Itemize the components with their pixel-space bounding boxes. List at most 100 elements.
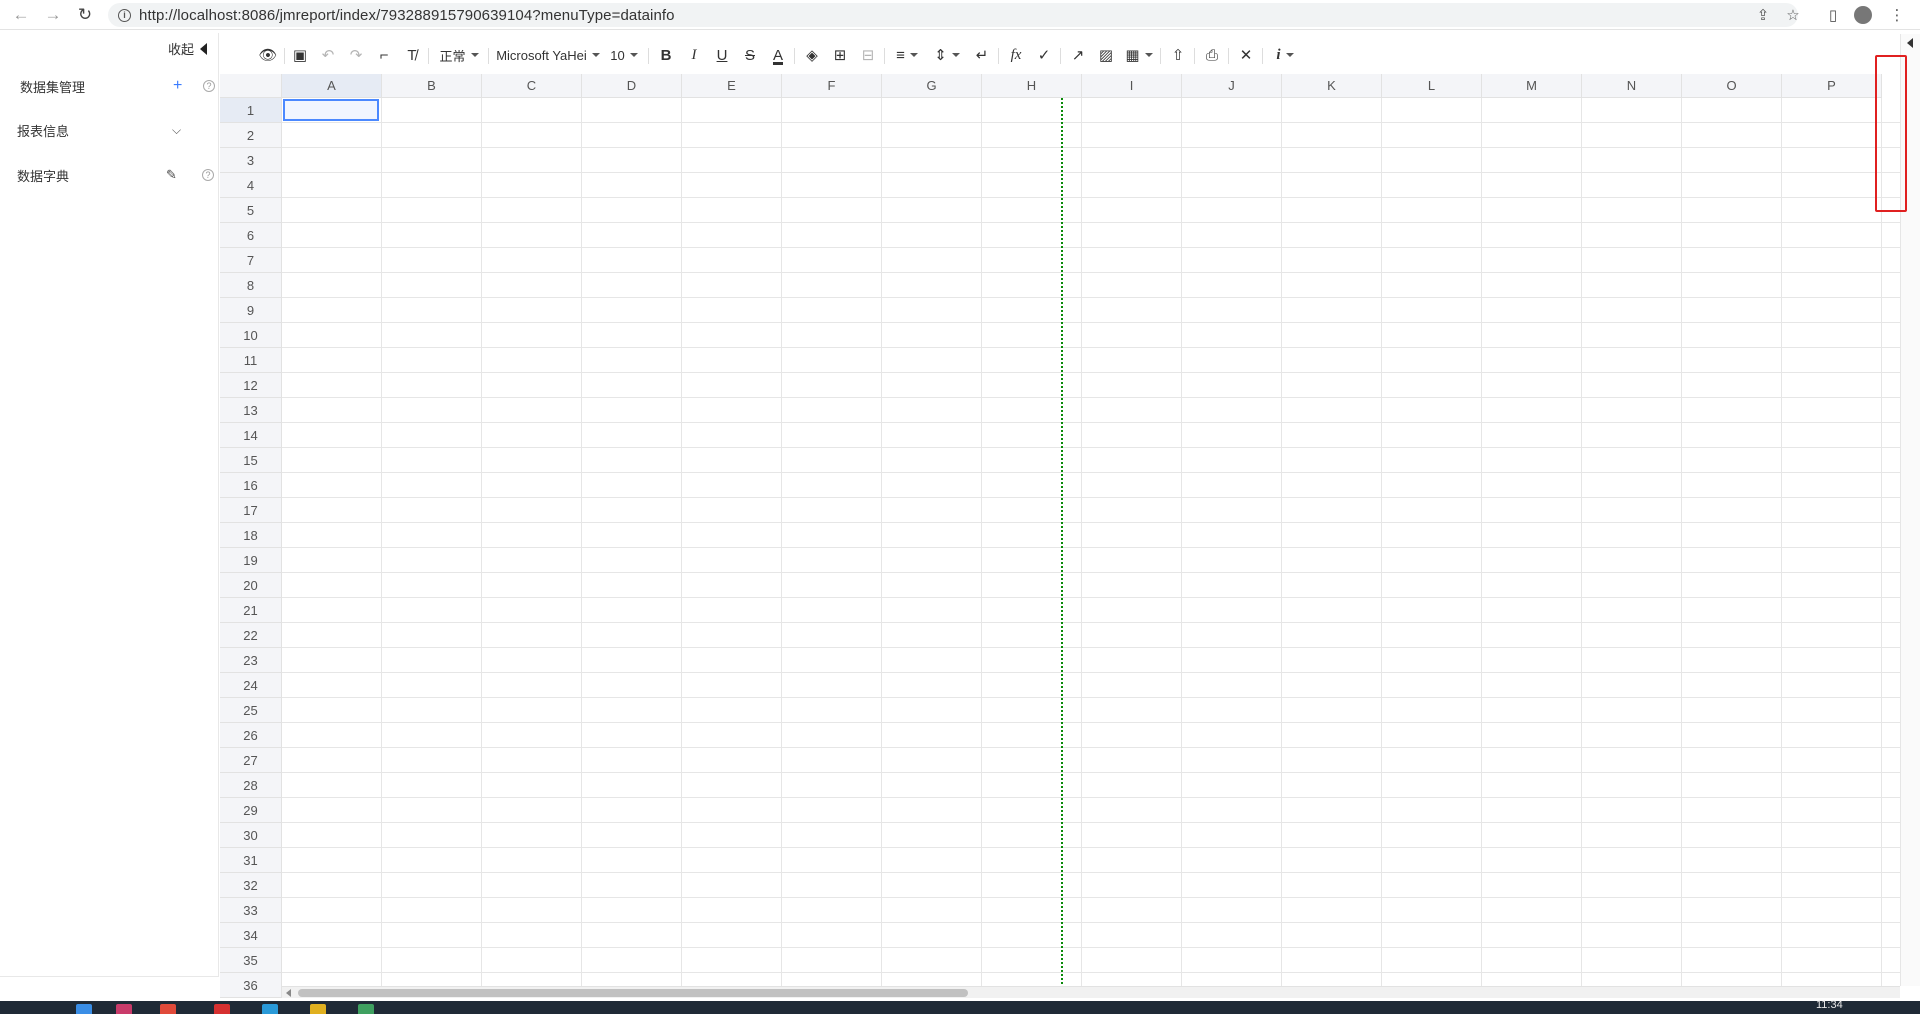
row-header[interactable]: 15 bbox=[220, 448, 282, 473]
upload-icon[interactable]: ⇧ bbox=[1166, 38, 1190, 72]
row-header[interactable]: 24 bbox=[220, 673, 282, 698]
selected-cell[interactable] bbox=[283, 99, 379, 121]
font-size-select[interactable]: 10 bbox=[606, 38, 642, 72]
row-header[interactable]: 26 bbox=[220, 723, 282, 748]
info-icon[interactable]: i bbox=[1268, 38, 1302, 72]
text-wrap-icon[interactable]: ↵ bbox=[970, 38, 994, 72]
row-header[interactable]: 33 bbox=[220, 898, 282, 923]
row-header[interactable]: 11 bbox=[220, 348, 282, 373]
column-header[interactable]: B bbox=[382, 74, 482, 98]
taskbar-app-icon[interactable] bbox=[116, 1004, 132, 1014]
row-header[interactable]: 23 bbox=[220, 648, 282, 673]
redo-icon[interactable]: ↷ bbox=[344, 38, 368, 72]
fill-color-icon[interactable]: ◈ bbox=[800, 38, 824, 72]
column-header[interactable]: L bbox=[1382, 74, 1482, 98]
horizontal-scrollbar[interactable] bbox=[282, 986, 1900, 998]
share-icon[interactable]: ⇪ bbox=[1748, 0, 1778, 30]
column-header[interactable]: D bbox=[582, 74, 682, 98]
forward-icon[interactable]: → bbox=[38, 0, 68, 30]
format-painter-icon[interactable]: ⌐ bbox=[372, 38, 396, 72]
star-icon[interactable]: ☆ bbox=[1778, 0, 1808, 30]
taskbar-app-icon[interactable] bbox=[76, 1004, 92, 1014]
select-all-corner[interactable] bbox=[220, 74, 282, 98]
qrcode-icon[interactable]: ▦ bbox=[1122, 38, 1156, 72]
column-header[interactable]: N bbox=[1582, 74, 1682, 98]
row-header[interactable]: 22 bbox=[220, 623, 282, 648]
row-header[interactable]: 5 bbox=[220, 198, 282, 223]
row-header[interactable]: 14 bbox=[220, 423, 282, 448]
column-header[interactable]: C bbox=[482, 74, 582, 98]
row-header[interactable]: 13 bbox=[220, 398, 282, 423]
back-icon[interactable]: ← bbox=[6, 0, 36, 30]
row-header[interactable]: 27 bbox=[220, 748, 282, 773]
address-bar[interactable]: i http://localhost:8086/jmreport/index/7… bbox=[108, 3, 1798, 27]
row-header[interactable]: 18 bbox=[220, 523, 282, 548]
taskbar-app-icon[interactable] bbox=[358, 1004, 374, 1014]
row-header[interactable]: 30 bbox=[220, 823, 282, 848]
column-header[interactable]: M bbox=[1482, 74, 1582, 98]
pencil-icon[interactable]: ✎ bbox=[166, 167, 177, 183]
scroll-left-icon[interactable] bbox=[286, 989, 291, 997]
expand-panel-icon[interactable] bbox=[1907, 38, 1913, 48]
side-panel-icon[interactable]: ▯ bbox=[1818, 0, 1848, 30]
row-header[interactable]: 17 bbox=[220, 498, 282, 523]
undo-icon[interactable]: ↶ bbox=[316, 38, 340, 72]
row-header[interactable]: 19 bbox=[220, 548, 282, 573]
border-icon[interactable]: ⊞ bbox=[828, 38, 852, 72]
clear-format-icon[interactable]: T̸ bbox=[400, 38, 424, 72]
column-header[interactable]: H bbox=[982, 74, 1082, 98]
reload-icon[interactable]: ↻ bbox=[70, 0, 100, 30]
row-header[interactable]: 34 bbox=[220, 923, 282, 948]
column-header[interactable]: I bbox=[1082, 74, 1182, 98]
column-header[interactable]: E bbox=[682, 74, 782, 98]
sidebar-item-dictionary[interactable]: 数据字典 ✎ ? bbox=[0, 164, 219, 186]
chart-icon[interactable]: ↗ bbox=[1066, 38, 1090, 72]
help-icon[interactable]: ? bbox=[203, 80, 215, 92]
column-header[interactable]: O bbox=[1682, 74, 1782, 98]
row-header[interactable]: 35 bbox=[220, 948, 282, 973]
image-icon[interactable]: ▨ bbox=[1094, 38, 1118, 72]
save-icon[interactable]: ▣ bbox=[288, 38, 312, 72]
taskbar-app-icon[interactable] bbox=[262, 1004, 278, 1014]
strikethrough-icon[interactable]: S bbox=[738, 38, 762, 72]
row-header[interactable]: 4 bbox=[220, 173, 282, 198]
style-select[interactable]: 正常 bbox=[434, 38, 484, 72]
font-family-select[interactable]: Microsoft YaHei bbox=[492, 38, 604, 72]
row-header[interactable]: 25 bbox=[220, 698, 282, 723]
print-icon[interactable]: ⎙ bbox=[1200, 38, 1224, 72]
merge-cells-icon[interactable]: ⊟ bbox=[856, 38, 880, 72]
column-header[interactable]: A bbox=[282, 74, 382, 98]
menu-icon[interactable]: ⋮ bbox=[1882, 0, 1912, 30]
sidebar-item-dataset[interactable]: 数据集管理 + ? bbox=[0, 75, 219, 97]
row-header[interactable]: 31 bbox=[220, 848, 282, 873]
site-info-icon[interactable]: i bbox=[118, 8, 131, 22]
row-header[interactable]: 10 bbox=[220, 323, 282, 348]
italic-icon[interactable]: I bbox=[682, 38, 706, 72]
validation-icon[interactable]: ✓ bbox=[1032, 38, 1056, 72]
sidebar-item-report-info[interactable]: 报表信息 ⌵ bbox=[0, 119, 219, 141]
column-header[interactable]: F bbox=[782, 74, 882, 98]
row-header[interactable]: 36 bbox=[220, 973, 282, 998]
bold-icon[interactable]: B bbox=[654, 38, 678, 72]
row-header[interactable]: 32 bbox=[220, 873, 282, 898]
tools-icon[interactable]: ✕ bbox=[1234, 38, 1258, 72]
row-header[interactable]: 6 bbox=[220, 223, 282, 248]
chevron-down-icon[interactable]: ⌵ bbox=[172, 123, 181, 138]
row-header[interactable]: 3 bbox=[220, 148, 282, 173]
align-vertical-icon[interactable]: ⇕ bbox=[930, 38, 964, 72]
taskbar-app-icon[interactable] bbox=[214, 1004, 230, 1014]
row-header[interactable]: 9 bbox=[220, 298, 282, 323]
row-header[interactable]: 21 bbox=[220, 598, 282, 623]
plus-icon[interactable]: + bbox=[173, 77, 182, 95]
row-header[interactable]: 20 bbox=[220, 573, 282, 598]
column-header[interactable]: J bbox=[1182, 74, 1282, 98]
taskbar-app-icon[interactable] bbox=[160, 1004, 176, 1014]
preview-eye-icon[interactable]: 👁 bbox=[256, 38, 280, 72]
column-header[interactable]: K bbox=[1282, 74, 1382, 98]
column-header[interactable]: P bbox=[1782, 74, 1882, 98]
row-header[interactable]: 1 bbox=[220, 98, 282, 123]
help-icon[interactable]: ? bbox=[202, 169, 214, 181]
taskbar-app-icon[interactable] bbox=[310, 1004, 326, 1014]
row-header[interactable]: 2 bbox=[220, 123, 282, 148]
row-header[interactable]: 28 bbox=[220, 773, 282, 798]
